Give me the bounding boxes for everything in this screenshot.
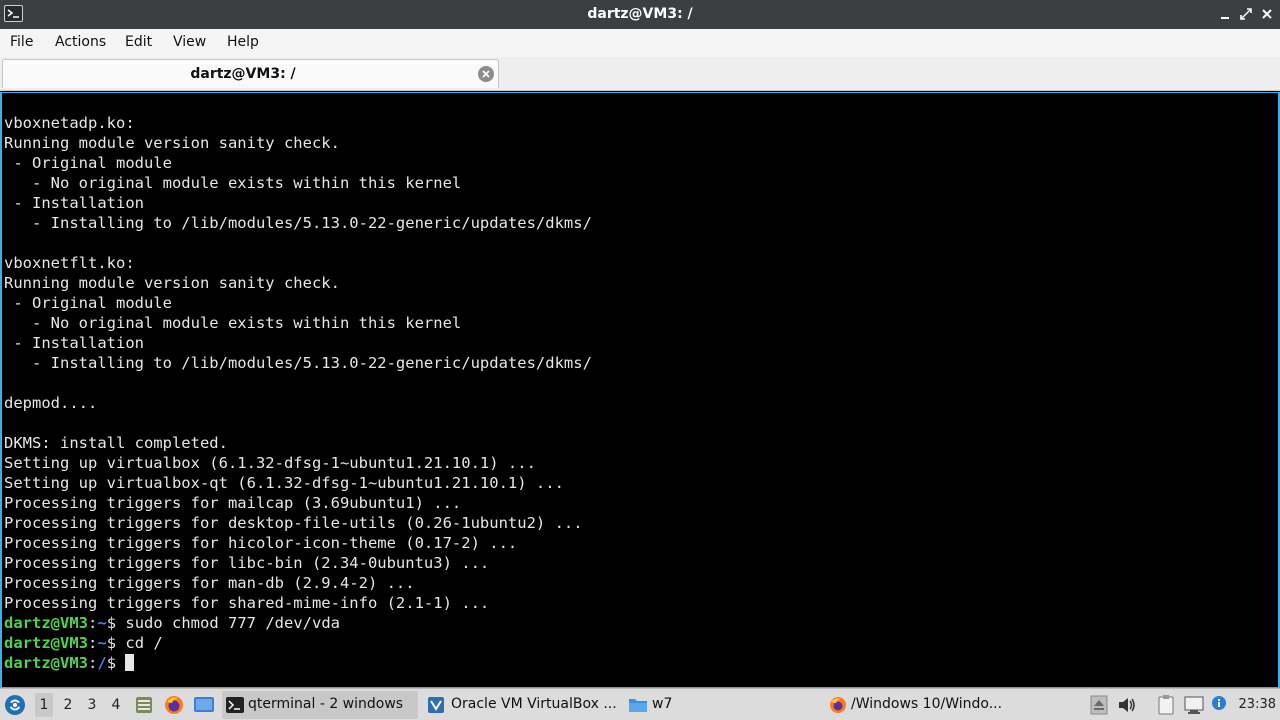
task-label: w7 (652, 696, 673, 712)
text-cursor (125, 654, 135, 671)
output-line: Running module version sanity check. (4, 274, 340, 292)
terminal-view[interactable]: vboxnetadp.ko: Running module version sa… (0, 92, 1280, 688)
firefox-icon (829, 696, 847, 714)
volume-icon[interactable] (1117, 695, 1137, 715)
terminal-icon (226, 696, 244, 714)
prompt-user: dartz@VM3 (4, 614, 88, 632)
prompt-user: dartz@VM3 (4, 634, 88, 652)
minimize-button[interactable] (1217, 6, 1233, 22)
output-line: - No original module exists within this … (4, 174, 462, 192)
prompt-colon: : (88, 614, 98, 632)
desktop-1-button[interactable]: 1 (35, 693, 53, 717)
window-title: dartz@VM3: / (587, 6, 693, 22)
close-button[interactable] (1259, 6, 1275, 22)
desktop-4-button[interactable]: 4 (107, 697, 125, 713)
output-line: Processing triggers for shared-mime-info… (4, 594, 490, 612)
output-line: Processing triggers for hicolor-icon-the… (4, 534, 518, 552)
prompt-user: dartz@VM3 (4, 654, 88, 672)
tab-close-icon[interactable] (478, 66, 494, 82)
tab-label: dartz@VM3: / (190, 66, 296, 82)
tab-terminal[interactable]: dartz@VM3: / (2, 59, 499, 88)
output-line: Setting up virtualbox-qt (6.1.32-dfsg-1~… (4, 474, 564, 492)
menu-bar: File Actions Edit View Help (0, 29, 1280, 57)
clock[interactable]: 23:38 (1239, 697, 1276, 712)
tab-bar: dartz@VM3: / (0, 57, 1280, 91)
prompt-command: sudo chmod 777 /dev/vda (125, 614, 340, 632)
output-line: - Installing to /lib/modules/5.13.0-22-g… (4, 354, 592, 372)
virtualbox-icon (427, 696, 445, 714)
prompt-colon: : (88, 654, 98, 672)
prompt-line: dartz@VM3:~$ sudo chmod 777 /dev/vda (4, 613, 592, 633)
output-line: Running module version sanity check. (4, 134, 340, 152)
prompt-path: ~ (97, 614, 107, 632)
output-line: vboxnetadp.ko: (4, 114, 135, 132)
network-icon[interactable] (1183, 694, 1205, 716)
menu-edit[interactable]: Edit (125, 34, 152, 50)
prompt-line: dartz@VM3:/$ (4, 653, 592, 673)
output-line: Processing triggers for man-db (2.9.4-2)… (4, 574, 415, 592)
prompt-colon: : (88, 634, 98, 652)
prompt-symbol: $ (106, 634, 126, 652)
menu-file[interactable]: File (10, 34, 33, 50)
output-line: - Installation (4, 194, 144, 212)
prompt-symbol: $ (106, 654, 126, 672)
output-line: vboxnetflt.ko: (4, 254, 135, 272)
task-label: qterminal - 2 windows (248, 696, 404, 712)
desktop-3-button[interactable]: 3 (83, 697, 101, 713)
menu-actions[interactable]: Actions (55, 34, 106, 50)
firefox-launcher-icon[interactable] (163, 694, 185, 716)
prompt-path: / (97, 654, 107, 672)
output-line: Processing triggers for desktop-file-uti… (4, 514, 583, 532)
output-line: - Installation (4, 334, 144, 352)
show-desktop-icon[interactable] (193, 695, 215, 715)
task-w7-folder[interactable]: w7 (624, 691, 820, 719)
task-label: /Windows 10/Windo... (851, 696, 1003, 712)
folder-icon (628, 696, 647, 714)
menu-view[interactable]: View (173, 34, 206, 50)
output-line: - Original module (4, 154, 172, 172)
title-bar: dartz@VM3: / (0, 0, 1280, 29)
task-label: Oracle VM VirtualBox ... (451, 696, 617, 712)
output-line: Setting up virtualbox (6.1.32-dfsg-1~ubu… (4, 454, 536, 472)
output-line: DKMS: install completed. (4, 434, 228, 452)
info-notification-icon[interactable] (1211, 695, 1227, 711)
clipboard-icon[interactable] (1155, 694, 1177, 716)
output-line: - Installing to /lib/modules/5.13.0-22-g… (4, 214, 592, 232)
output-line: depmod.... (4, 394, 98, 412)
output-line: Processing triggers for mailcap (3.69ubu… (4, 494, 462, 512)
app-menu-icon[interactable] (4, 694, 26, 716)
menu-help[interactable]: Help (227, 34, 259, 50)
file-manager-launcher-icon[interactable] (134, 695, 154, 715)
prompt-symbol: $ (106, 614, 126, 632)
taskbar: 1 2 3 4 qterminal - 2 windows Oracle VM … (0, 688, 1280, 720)
task-virtualbox[interactable]: Oracle VM VirtualBox ... (423, 691, 619, 719)
prompt-path: ~ (97, 634, 107, 652)
output-line: - Original module (4, 294, 172, 312)
tray-up-arrow-icon[interactable] (1090, 695, 1108, 715)
terminal-output: vboxnetadp.ko: Running module version sa… (4, 113, 592, 673)
output-line: Processing triggers for libc-bin (2.34-0… (4, 554, 490, 572)
prompt-line: dartz@VM3:~$ cd / (4, 633, 592, 653)
task-qterminal[interactable]: qterminal - 2 windows (222, 691, 418, 719)
task-firefox-window[interactable]: /Windows 10/Windo... (825, 691, 1021, 719)
maximize-button[interactable] (1238, 6, 1254, 22)
desktop-2-button[interactable]: 2 (59, 697, 77, 713)
prompt-command: cd / (125, 634, 163, 652)
output-line: - No original module exists within this … (4, 314, 462, 332)
